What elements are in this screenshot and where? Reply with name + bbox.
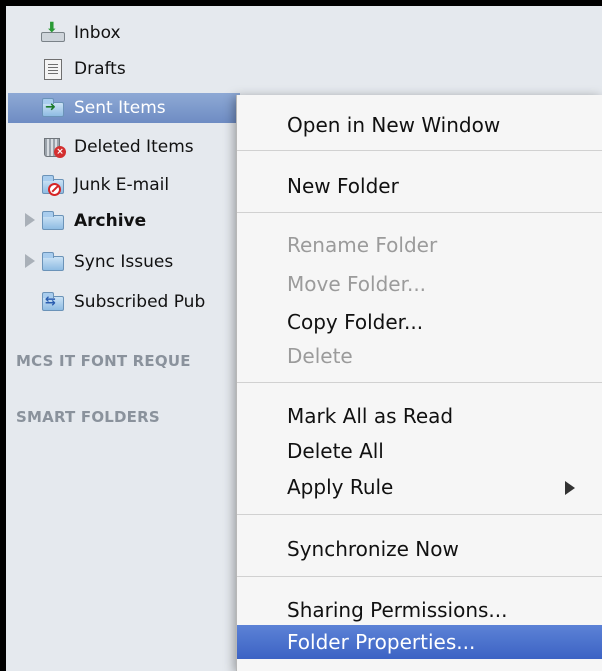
menu-item-label: Apply Rule	[287, 475, 394, 499]
folder-sent-items[interactable]: ➜ Sent Items	[8, 93, 240, 123]
folder-subscribed-public[interactable]: ⇆ Subscribed Pub	[40, 287, 240, 317]
folder-label: Subscribed Pub	[74, 292, 206, 312]
window-edge	[0, 0, 6, 671]
folder-label: Drafts	[74, 59, 126, 79]
menu-delete[interactable]: Delete	[237, 339, 602, 373]
folder-label: Sent Items	[74, 98, 166, 118]
junk-email-icon	[40, 174, 66, 196]
folder-label: Archive	[74, 211, 147, 231]
folder-deleted-items[interactable]: × Deleted Items	[40, 132, 240, 162]
folder-junk-email[interactable]: Junk E-mail	[40, 170, 240, 200]
menu-move-folder[interactable]: Move Folder...	[237, 267, 602, 301]
menu-folder-properties[interactable]: Folder Properties...	[237, 625, 602, 659]
menu-new-folder[interactable]: New Folder	[237, 169, 602, 203]
folder-icon	[40, 210, 66, 232]
window-edge	[0, 0, 602, 6]
folder-sync-issues[interactable]: Sync Issues	[40, 247, 240, 277]
menu-separator	[237, 212, 602, 213]
disclosure-triangle-icon[interactable]	[25, 213, 35, 227]
drafts-icon	[40, 58, 66, 80]
folder-drafts[interactable]: Drafts	[40, 54, 240, 84]
menu-rename-folder[interactable]: Rename Folder	[237, 228, 602, 262]
disclosure-triangle-icon[interactable]	[25, 254, 35, 268]
menu-separator	[237, 150, 602, 151]
section-header-smart-folders[interactable]: SMART FOLDERS	[16, 408, 160, 426]
folder-archive[interactable]: Archive	[40, 206, 240, 236]
menu-separator	[237, 382, 602, 383]
folder-context-menu: Open in New Window New Folder Rename Fol…	[236, 95, 602, 671]
folder-inbox[interactable]: ⬇ Inbox	[40, 18, 240, 48]
sent-items-icon: ➜	[40, 97, 66, 119]
folder-label: Inbox	[74, 23, 121, 43]
folder-label: Sync Issues	[74, 252, 174, 272]
menu-separator	[237, 576, 602, 577]
menu-copy-folder[interactable]: Copy Folder...	[237, 305, 602, 339]
menu-mark-all-as-read[interactable]: Mark All as Read	[237, 399, 602, 433]
folder-label: Junk E-mail	[74, 175, 170, 195]
menu-open-in-new-window[interactable]: Open in New Window	[237, 108, 602, 142]
menu-delete-all[interactable]: Delete All	[237, 434, 602, 468]
inbox-icon: ⬇	[40, 20, 66, 44]
folder-icon	[40, 251, 66, 273]
section-header-mcs[interactable]: MCS IT FONT REQUE	[16, 352, 236, 370]
folder-label: Deleted Items	[74, 137, 194, 157]
subscribed-folder-icon: ⇆	[40, 291, 66, 313]
menu-sharing-permissions[interactable]: Sharing Permissions...	[237, 593, 602, 627]
menu-apply-rule[interactable]: Apply Rule	[237, 470, 602, 504]
submenu-arrow-icon	[565, 481, 575, 495]
menu-separator	[237, 514, 602, 515]
menu-synchronize-now[interactable]: Synchronize Now	[237, 532, 602, 566]
deleted-items-icon: ×	[40, 136, 66, 158]
